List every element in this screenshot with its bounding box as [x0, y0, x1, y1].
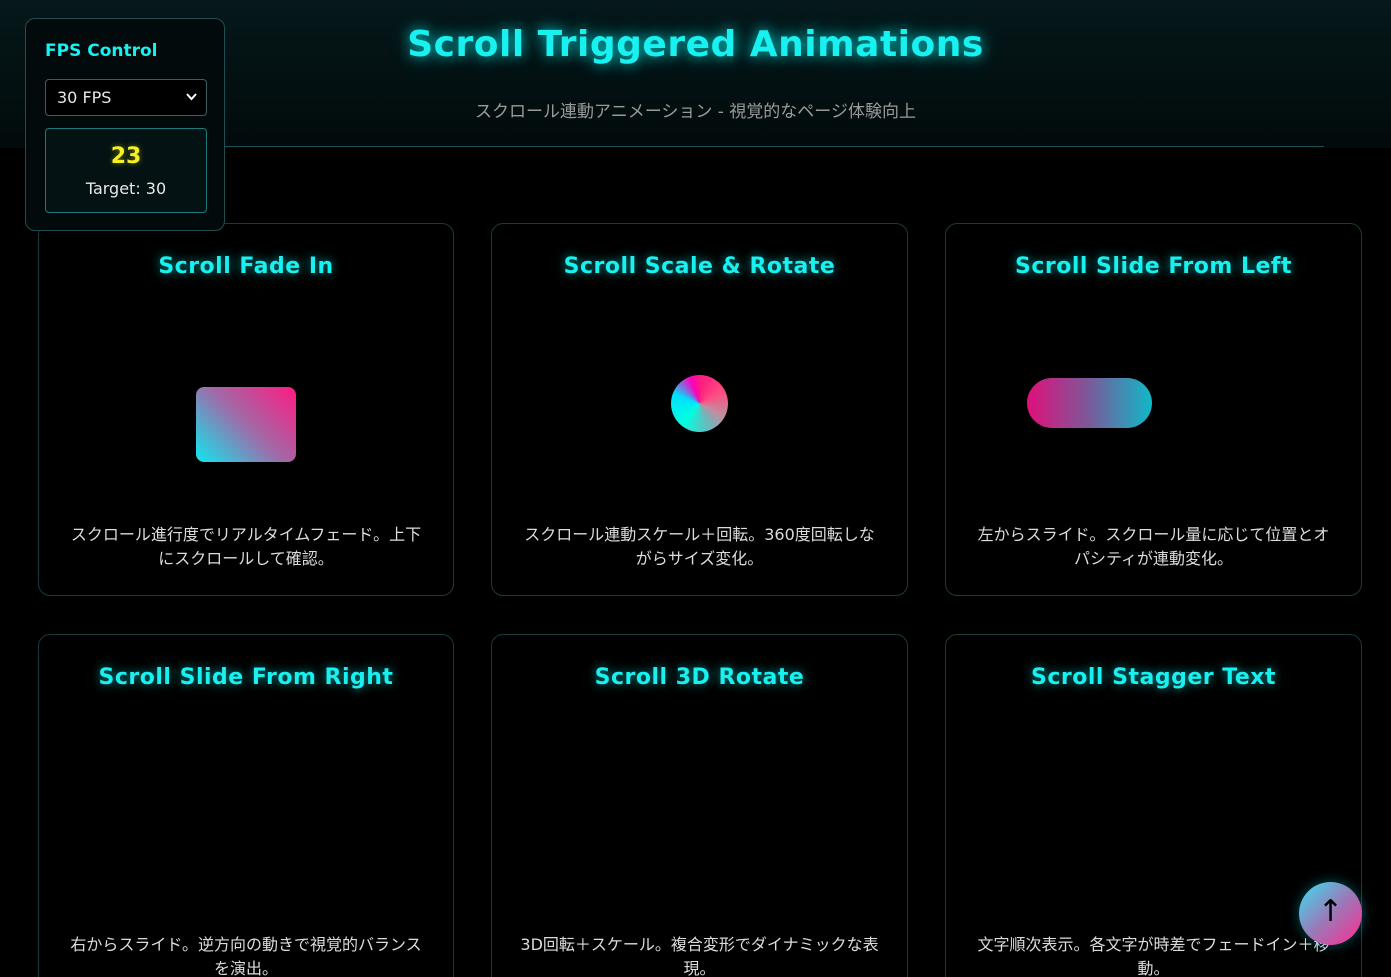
card-title: Scroll Fade In: [158, 254, 334, 279]
scroll-to-top-button[interactable]: ↑: [1299, 882, 1362, 945]
page: Scroll Triggered Animations スクロール連動アニメーシ…: [0, 0, 1391, 977]
card-title: Scroll Scale & Rotate: [563, 254, 836, 279]
fps-control-panel: FPS Control 30 FPS 23 Target: 30: [25, 18, 225, 231]
fps-control-title: FPS Control: [45, 41, 158, 61]
fps-target-label: Target: 30: [85, 179, 167, 198]
header-divider: [68, 146, 1324, 147]
card-scroll-slide-right: Scroll Slide From Right 右からスライド。逆方向の動きで視…: [38, 634, 454, 977]
card-title: Scroll Slide From Left: [1014, 254, 1293, 279]
fps-readout: 23 Target: 30: [45, 128, 207, 213]
card-scroll-scale-rotate: Scroll Scale & Rotate スクロール連動スケール＋回転。360…: [491, 223, 908, 596]
card-scroll-3d-rotate: Scroll 3D Rotate 3D回転＋スケール。複合変形でダイナミックな表…: [491, 634, 908, 977]
card-title: Scroll 3D Rotate: [594, 665, 805, 690]
card-description: スクロール連動スケール＋回転。360度回転しながらサイズ変化。: [524, 525, 875, 568]
arrow-up-icon: ↑: [1317, 894, 1344, 929]
chevron-down-icon: [186, 80, 197, 129]
card-description: スクロール進行度でリアルタイムフェード。上下にスクロールして確認。: [70, 525, 422, 568]
card-scroll-stagger-text: Scroll Stagger Text 文字順次表示。各文字が時差でフェードイン…: [945, 634, 1362, 977]
card-title: Scroll Stagger Text: [1031, 665, 1276, 690]
fade-square-demo: [196, 387, 296, 462]
card-description: 文字順次表示。各文字が時差でフェードイン＋移動。: [977, 935, 1330, 977]
slide-pill-demo: [1027, 378, 1152, 428]
card-description: 左からスライド。スクロール量に応じて位置とオパシティが連動変化。: [977, 525, 1330, 568]
card-description: 3D回転＋スケール。複合変形でダイナミックな表現。: [520, 935, 879, 977]
card-description: 右からスライド。逆方向の動きで視覚的バランスを演出。: [70, 935, 422, 977]
card-scroll-slide-left: Scroll Slide From Left 左からスライド。スクロール量に応じ…: [945, 223, 1362, 596]
fps-current-value: 23: [110, 144, 142, 169]
card-title: Scroll Slide From Right: [98, 665, 394, 690]
fps-select-value: 30 FPS: [57, 88, 112, 107]
card-scroll-fade-in: Scroll Fade In スクロール進行度でリアルタイムフェード。上下にスク…: [38, 223, 454, 596]
fps-select[interactable]: 30 FPS: [45, 79, 207, 116]
rotate-circle-demo: [671, 375, 728, 432]
